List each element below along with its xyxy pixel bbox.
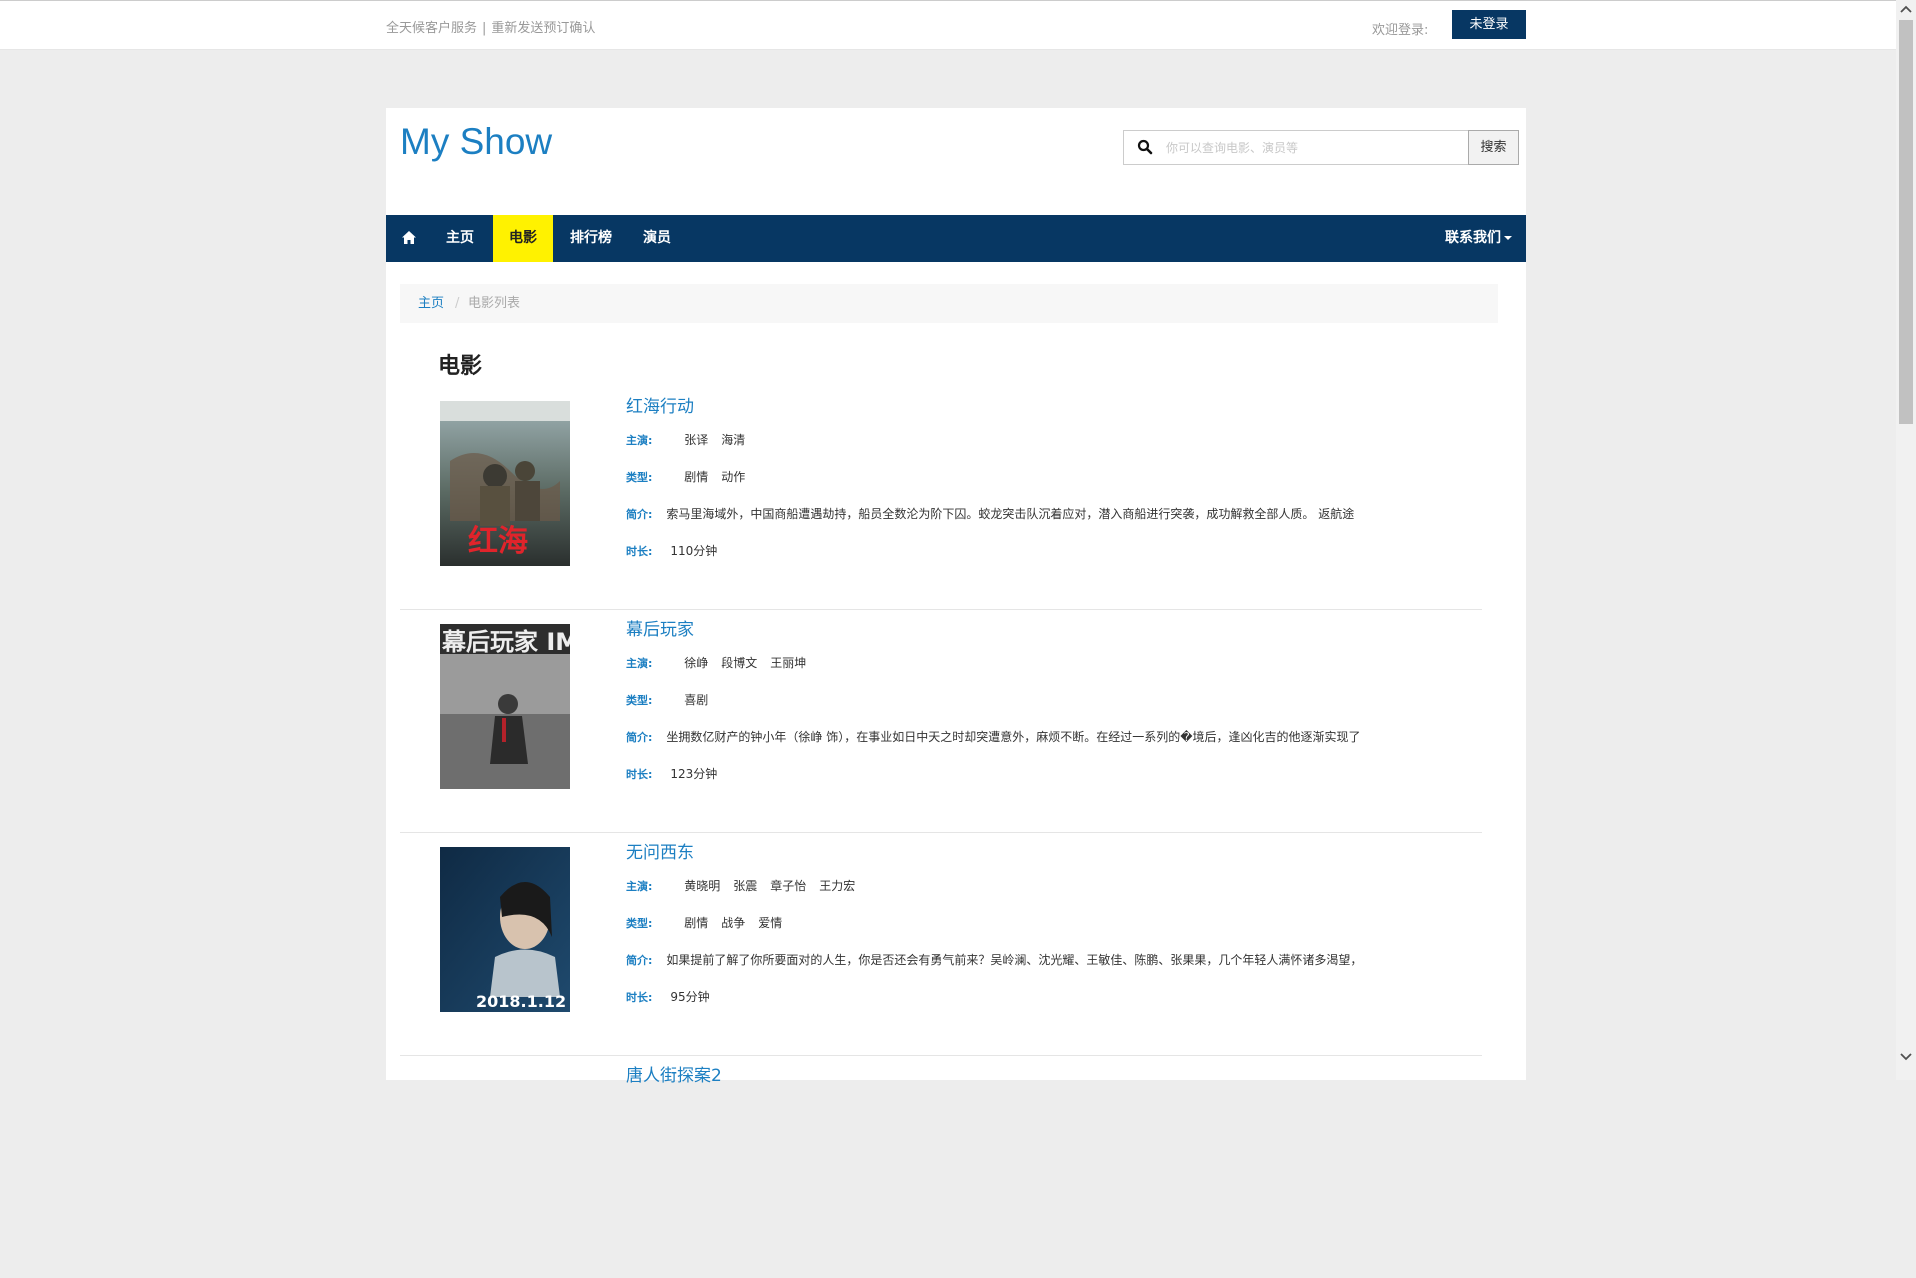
genre-label: 类型: [626,917,653,930]
nav-contact-label: 联系我们 [1445,230,1501,246]
cast-label: 主演: [626,657,653,670]
movie-title[interactable]: 唐人街探案2 [626,1061,722,1086]
main-navbar: 主页 电影 排行榜 演员 联系我们 [386,215,1526,262]
movie-genre-row: 类型: 喜剧 [626,691,721,708]
search-button[interactable]: 搜索 [1468,130,1519,165]
movie-intro-row: 简介: 如果提前了解了你所要面对的人生，你是否还会有勇气前来？吴岭澜、沈光耀、王敏… [626,951,1362,968]
poster-text: 红海 [468,524,528,559]
movie-intro: 索马里海域外，中国商船遭遇劫持，船员全数沦为阶下囚。蛟龙突击队沉着应对，潜入商船… [666,507,1355,521]
page-title: 电影 [438,354,483,379]
intro-label: 简介: [626,508,653,521]
top-links-separator: | [482,21,487,36]
poster-image-behind-the-scenes: 幕后玩家 IMAX [440,624,570,789]
top-links: 全天候客户服务 | 重新发送预订确认 [386,17,595,36]
search-box [1123,130,1469,165]
movie-duration-row: 时长: 95分钟 [626,988,710,1005]
brand-logo[interactable]: My Show [400,121,552,163]
genre-tag: 喜剧 [684,693,709,707]
cast-name: 张震 [733,879,758,893]
movie-genre-row: 类型: 剧情 战争 爱情 [626,914,795,931]
movie-title[interactable]: 幕后玩家 [626,615,694,640]
movie-duration-row: 时长: 123分钟 [626,765,717,782]
login-button[interactable]: 未登录 [1452,10,1526,39]
nav-contact-dropdown[interactable]: 联系我们 [1445,215,1512,262]
breadcrumb-divider: / [455,296,460,311]
scrollbar-thumb[interactable] [1899,20,1913,424]
scroll-up-arrow-icon[interactable] [1900,4,1912,14]
top-bar: 全天候客户服务 | 重新发送预订确认 欢迎登录: 未登录 [0,0,1896,50]
movie-item: 幕后玩家 IMAX 幕后玩家 主演: 徐峥段博文王丽坤 类型: 喜剧 简介: 坐拥… [400,609,1482,833]
cast-name: 章子怡 [770,879,807,893]
poster-text: 2018.1.12 [476,992,566,1011]
customer-service-link[interactable]: 全天候客户服务 [386,21,477,36]
movie-duration-row: 时长: 110分钟 [626,542,717,559]
movie-item: 红海 红海行动 主演: 张译 海清 类型: 剧情 动作 简介: 索马里海域外，中国商船… [400,386,1482,610]
movie-duration: 123分钟 [670,767,718,781]
movie-title[interactable]: 无问西东 [626,838,694,863]
welcome-text: 欢迎登录: [1372,23,1429,38]
caret-down-icon [1504,236,1512,240]
poster-image-operation-red-sea: 红海 [440,401,570,566]
scroll-down-arrow-icon[interactable] [1900,1052,1912,1062]
search-bar: 搜索 [1123,130,1519,165]
movie-poster[interactable]: 幕后玩家 IMAX [440,624,570,789]
movie-intro-row: 简介: 坐拥数亿财产的钟小年（徐峥 饰），在事业如日中天之时却突遭意外，麻烦不断。… [626,728,1361,745]
breadcrumb-home[interactable]: 主页 [418,284,444,323]
duration-label: 时长: [626,768,653,781]
intro-label: 简介: [626,954,653,967]
movie-item: 2018.1.12 无问西东 主演: 黄晓明 张震 章子怡 王力宏 类型: 剧情 战争爱… [400,832,1482,1056]
movie-intro: 如果提前了解了你所要面对的人生，你是否还会有勇气前来？吴岭澜、沈光耀、王敏佳、陈… [666,953,1363,967]
movie-intro: 坐拥数亿财产的钟小年（徐峥 饰），在事业如日中天之时却突遭意外，麻烦不断。在经过… [666,730,1361,744]
nav-item-home[interactable]: 主页 [432,215,488,262]
movie-cast-row: 主演: 张译 海清 [626,431,758,448]
duration-label: 时长: [626,545,653,558]
breadcrumb: 主页 / 电影列表 [400,284,1498,323]
cast-name: 张译 [684,433,709,447]
genre-tag: 剧情 [684,470,709,484]
movie-duration: 110分钟 [670,544,718,558]
movie-item: 唐人街探案2 [400,1055,1482,1278]
poster-image-forever-young: 2018.1.12 [440,847,570,1012]
search-icon [1137,139,1153,155]
movie-duration: 95分钟 [670,990,710,1004]
main-container: My Show 搜索 主页 电影 排行榜 演员 联系我们 主页 / 电影列表 电… [386,108,1526,1086]
nav-item-rankings[interactable]: 排行榜 [553,215,629,262]
movie-title[interactable]: 红海行动 [626,392,694,417]
genre-tag: 剧情 [684,916,709,930]
duration-label: 时长: [626,991,653,1004]
genre-tag: 战争 [721,916,746,930]
genre-label: 类型: [626,471,653,484]
breadcrumb-current: 电影列表 [468,296,521,311]
movie-intro-row: 简介: 索马里海域外，中国商船遭遇劫持，船员全数沦为阶下囚。蛟龙突击队沉着应对，潜… [626,505,1354,522]
cast-name: 黄晓明 [684,879,721,893]
intro-label: 简介: [626,731,653,744]
nav-home-icon-button[interactable] [386,215,432,262]
cast-label: 主演: [626,434,653,447]
cast-name: 徐峥 [684,656,709,670]
cast-name: 王力宏 [819,879,856,893]
poster-text: 幕后玩家 IMAX [441,628,570,656]
page-scrollbar[interactable] [1896,0,1916,1080]
movie-cast-row: 主演: 徐峥 段博文 王丽坤 [626,654,819,671]
movie-poster[interactable]: 红海 [440,401,570,566]
movie-poster[interactable]: 2018.1.12 [440,847,570,1012]
genre-tag: 爱情 [758,916,783,930]
nav-item-actors[interactable]: 演员 [629,215,685,262]
cast-name: 海清 [721,433,746,447]
home-icon [402,231,416,244]
search-input[interactable] [1164,135,1463,161]
resend-confirmation-link[interactable]: 重新发送预订确认 [491,21,595,36]
cast-label: 主演: [626,880,653,893]
genre-tag: 动作 [721,470,746,484]
movie-genre-row: 类型: 剧情 动作 [626,468,758,485]
nav-item-movies[interactable]: 电影 [493,215,553,262]
cast-name: 段博文 [721,656,758,670]
cast-name: 王丽坤 [770,656,807,670]
genre-label: 类型: [626,694,653,707]
movie-cast-row: 主演: 黄晓明 张震 章子怡 王力宏 [626,877,868,894]
